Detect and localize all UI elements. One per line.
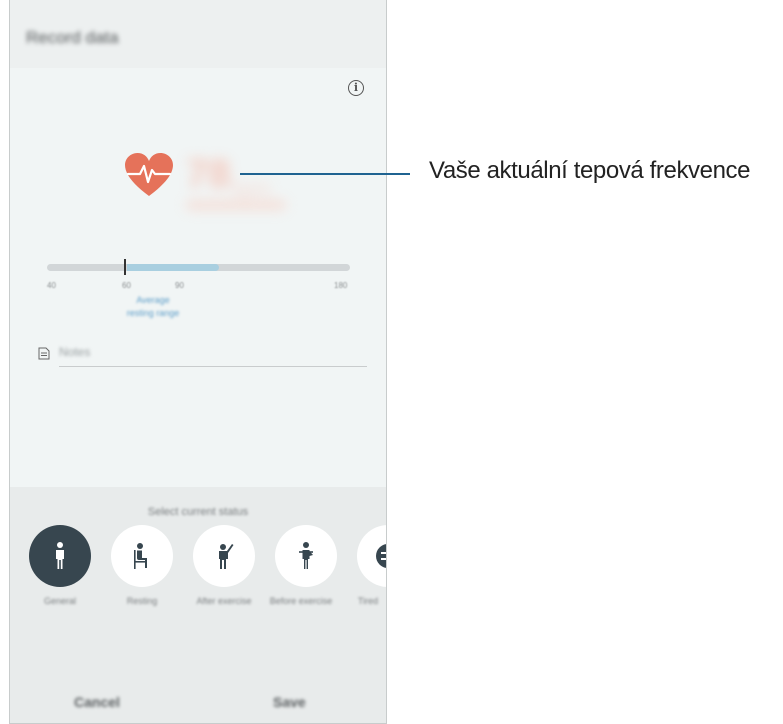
range-label-line1: Average xyxy=(136,295,170,305)
notes-underline xyxy=(59,366,367,367)
callout-label: Vaše aktuální tepová frekvence xyxy=(429,157,751,184)
cancel-button[interactable]: Cancel xyxy=(74,694,120,710)
heart-rate-subtext xyxy=(186,200,286,210)
range-tick: 60 xyxy=(122,281,131,290)
range-tick: 90 xyxy=(175,281,184,290)
status-resting-button[interactable] xyxy=(111,525,173,587)
heart-rate-readout: 78 bpm xyxy=(180,150,292,216)
notes-field[interactable]: Notes xyxy=(59,345,90,359)
status-after-exercise-button[interactable] xyxy=(193,525,255,587)
phone-screen: Record data i 78 bpm 40 60 90 180 Averag… xyxy=(9,0,387,724)
status-heading: Select current status xyxy=(147,506,249,518)
face-icon xyxy=(376,544,386,568)
status-label: After exercise xyxy=(196,596,252,606)
status-label: Before exercise xyxy=(269,596,333,606)
status-label: Resting xyxy=(126,596,158,606)
status-general-button[interactable] xyxy=(29,525,91,587)
heart-rate-unit: bpm xyxy=(232,178,271,200)
callout-line xyxy=(240,173,410,175)
heart-rate-range-bar xyxy=(47,264,350,271)
exercise-person-icon xyxy=(219,544,234,569)
resting-range-fill xyxy=(127,264,219,271)
range-label: Average resting range xyxy=(98,294,208,320)
standing-person-icon xyxy=(56,542,64,569)
app-bar: Record data xyxy=(10,0,386,68)
status-label: Tired xyxy=(357,596,379,606)
sitting-person-icon xyxy=(134,543,147,569)
heart-rate-value: 78 xyxy=(186,152,231,196)
info-icon[interactable]: i xyxy=(348,80,364,96)
stretching-person-icon xyxy=(299,542,313,569)
range-tick: 180 xyxy=(334,281,348,290)
app-title: Record data xyxy=(26,28,119,47)
save-button[interactable]: Save xyxy=(273,694,306,710)
range-tick: 40 xyxy=(47,281,56,290)
current-value-marker xyxy=(124,259,126,275)
status-before-exercise-button[interactable] xyxy=(275,525,337,587)
status-label: General xyxy=(43,596,77,606)
heart-icon xyxy=(125,153,173,196)
range-label-line2: resting range xyxy=(126,308,180,318)
status-panel: Select current status General Resting Af… xyxy=(10,487,386,723)
status-tired-button[interactable] xyxy=(357,525,386,587)
note-icon xyxy=(38,347,50,360)
